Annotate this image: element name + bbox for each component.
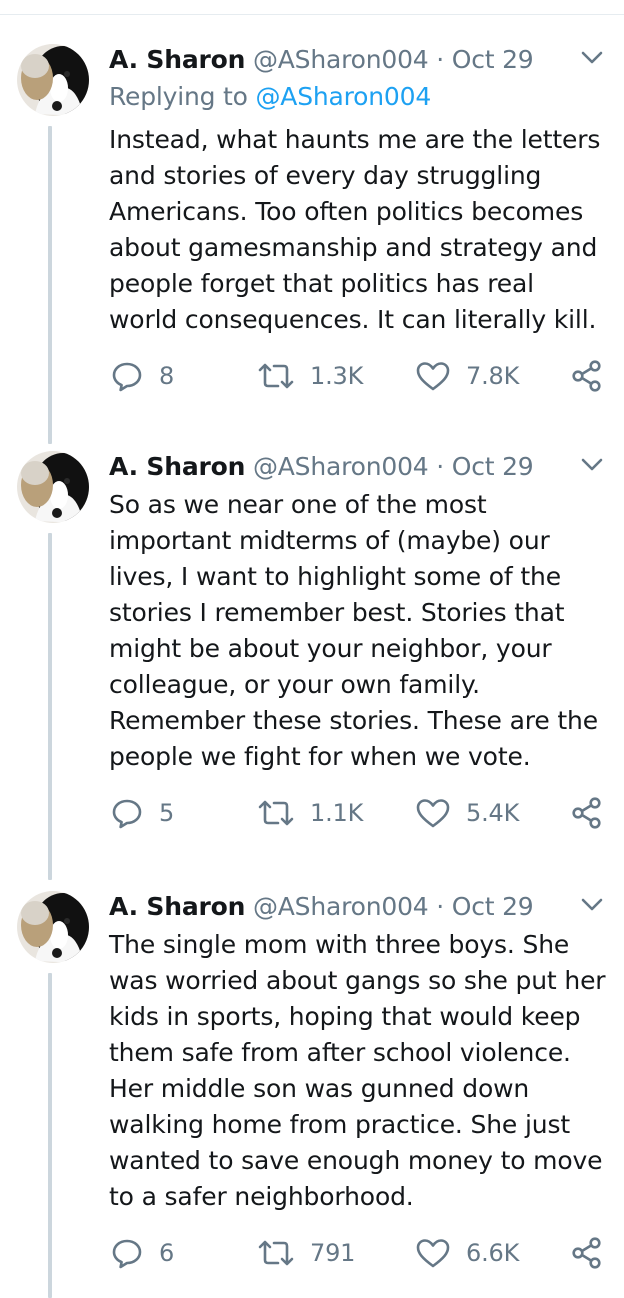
tweet-text-line: The single mom with three boys. She xyxy=(109,930,570,959)
author-handle[interactable]: @ASharon004 xyxy=(253,45,429,74)
retweet-count: 1.3K xyxy=(310,362,364,390)
chevron-down-icon[interactable] xyxy=(575,453,609,477)
tweet-text-line: colleague, or your own family. xyxy=(109,670,480,699)
author-name[interactable]: A. Sharon xyxy=(109,45,245,74)
author-name[interactable]: A. Sharon xyxy=(109,892,245,921)
retweet-icon xyxy=(256,795,296,831)
thread-connector-line xyxy=(48,973,52,1298)
tweet-header: A. Sharon @ASharon004 · Oct 29 xyxy=(109,891,534,923)
like-count: 6.6K xyxy=(466,1239,520,1267)
tweet-header: A. Sharon @ASharon004 · Oct 29 xyxy=(109,451,534,483)
replying-to-label: Replying to xyxy=(109,82,248,111)
tweet-text-line: might be about your neighbor, your xyxy=(109,634,552,663)
tweet-header: A. Sharon @ASharon004 · Oct 29 xyxy=(109,44,534,76)
reply-count: 6 xyxy=(159,1239,175,1267)
avatar[interactable] xyxy=(17,891,89,963)
tweet-text: Instead, what haunts me are the letters … xyxy=(109,122,609,338)
retweet-button[interactable]: 791 xyxy=(256,1235,355,1271)
tweet-date[interactable]: Oct 29 xyxy=(452,45,534,74)
thread-connector-line xyxy=(48,533,52,880)
tweet-text: The single mom with three boys. She was … xyxy=(109,927,609,1215)
avatar[interactable] xyxy=(17,44,89,116)
like-count: 5.4K xyxy=(466,799,520,827)
replying-to-handle[interactable]: @ASharon004 xyxy=(256,82,432,111)
retweet-icon xyxy=(256,358,296,394)
tweet-text-line: So as we near one of the most xyxy=(109,490,487,519)
share-button[interactable] xyxy=(569,358,605,394)
tweet-text-line: Remember these stories. These are the xyxy=(109,706,598,735)
heart-icon xyxy=(414,1235,452,1271)
tweet-text-line: important midterms of (maybe) our xyxy=(109,526,550,555)
chevron-down-icon[interactable] xyxy=(575,893,609,917)
like-count: 7.8K xyxy=(466,362,520,390)
tweet-text-line: was worried about gangs so she put her xyxy=(109,966,606,995)
reply-count: 8 xyxy=(159,362,175,390)
retweet-count: 1.1K xyxy=(310,799,364,827)
tweet-date[interactable]: Oct 29 xyxy=(452,452,534,481)
tweet-text-line: stories I remember best. Stories that xyxy=(109,598,565,627)
retweet-count: 791 xyxy=(310,1239,356,1267)
heart-icon xyxy=(414,795,452,831)
share-icon xyxy=(569,795,605,831)
share-icon xyxy=(569,358,605,394)
author-handle[interactable]: @ASharon004 xyxy=(253,452,429,481)
tweet-text-line: people we fight for when we vote. xyxy=(109,742,531,771)
reply-icon xyxy=(109,1235,145,1271)
heart-icon xyxy=(414,358,452,394)
retweet-button[interactable]: 1.1K xyxy=(256,795,363,831)
replying-to: Replying to @ASharon004 xyxy=(109,80,431,114)
like-button[interactable]: 7.8K xyxy=(414,358,519,394)
tweet-text-line: and stories of every day struggling xyxy=(109,161,542,190)
chevron-down-icon[interactable] xyxy=(575,46,609,70)
tweet-text-line: to a safer neighborhood. xyxy=(109,1182,414,1211)
tweet[interactable]: A. Sharon @ASharon004 · Oct 29 So as we … xyxy=(0,451,624,880)
tweet-actions: 5 1.1K 5.4K xyxy=(109,795,609,831)
avatar[interactable] xyxy=(17,451,89,523)
share-button[interactable] xyxy=(569,1235,605,1271)
timeline-divider xyxy=(0,14,624,15)
tweet-text-line: lives, I want to highlight some of the xyxy=(109,562,561,591)
tweet-text-line: people forget that politics has real xyxy=(109,269,534,298)
share-icon xyxy=(569,1235,605,1271)
thread-connector-line xyxy=(48,126,52,444)
tweet[interactable]: A. Sharon @ASharon004 · Oct 29 The singl… xyxy=(0,891,624,1298)
tweet-text-line: world consequences. It can literally kil… xyxy=(109,305,597,334)
tweet-text-line: Americans. Too often politics becomes xyxy=(109,197,584,226)
reply-icon xyxy=(109,795,145,831)
retweet-icon xyxy=(256,1235,296,1271)
reply-button[interactable]: 5 xyxy=(109,795,174,831)
tweet-actions: 8 1.3K 7.8K xyxy=(109,358,609,394)
author-handle[interactable]: @ASharon004 xyxy=(253,892,429,921)
tweet-text-line: walking home from practice. She just xyxy=(109,1110,570,1139)
tweet-text-line: Her middle son was gunned down xyxy=(109,1074,530,1103)
reply-button[interactable]: 8 xyxy=(109,358,174,394)
separator-dot: · xyxy=(436,452,444,481)
separator-dot: · xyxy=(436,45,444,74)
tweet-text: So as we near one of the most important … xyxy=(109,487,609,775)
reply-count: 5 xyxy=(159,799,175,827)
author-name[interactable]: A. Sharon xyxy=(109,452,245,481)
tweet-text-line: kids in sports, hoping that would keep xyxy=(109,1002,581,1031)
separator-dot: · xyxy=(436,892,444,921)
tweet-text-line: them safe from after school violence. xyxy=(109,1038,571,1067)
reply-button[interactable]: 6 xyxy=(109,1235,174,1271)
tweet-text-line: Instead, what haunts me are the letters xyxy=(109,125,601,154)
reply-icon xyxy=(109,358,145,394)
share-button[interactable] xyxy=(569,795,605,831)
tweet-actions: 6 791 6.6K xyxy=(109,1235,609,1271)
tweet-date[interactable]: Oct 29 xyxy=(452,892,534,921)
tweet[interactable]: A. Sharon @ASharon004 · Oct 29 Replying … xyxy=(0,44,624,444)
like-button[interactable]: 6.6K xyxy=(414,1235,519,1271)
tweet-text-line: about gamesmanship and strategy and xyxy=(109,233,598,262)
retweet-button[interactable]: 1.3K xyxy=(256,358,363,394)
like-button[interactable]: 5.4K xyxy=(414,795,519,831)
tweet-text-line: wanted to save enough money to move xyxy=(109,1146,603,1175)
